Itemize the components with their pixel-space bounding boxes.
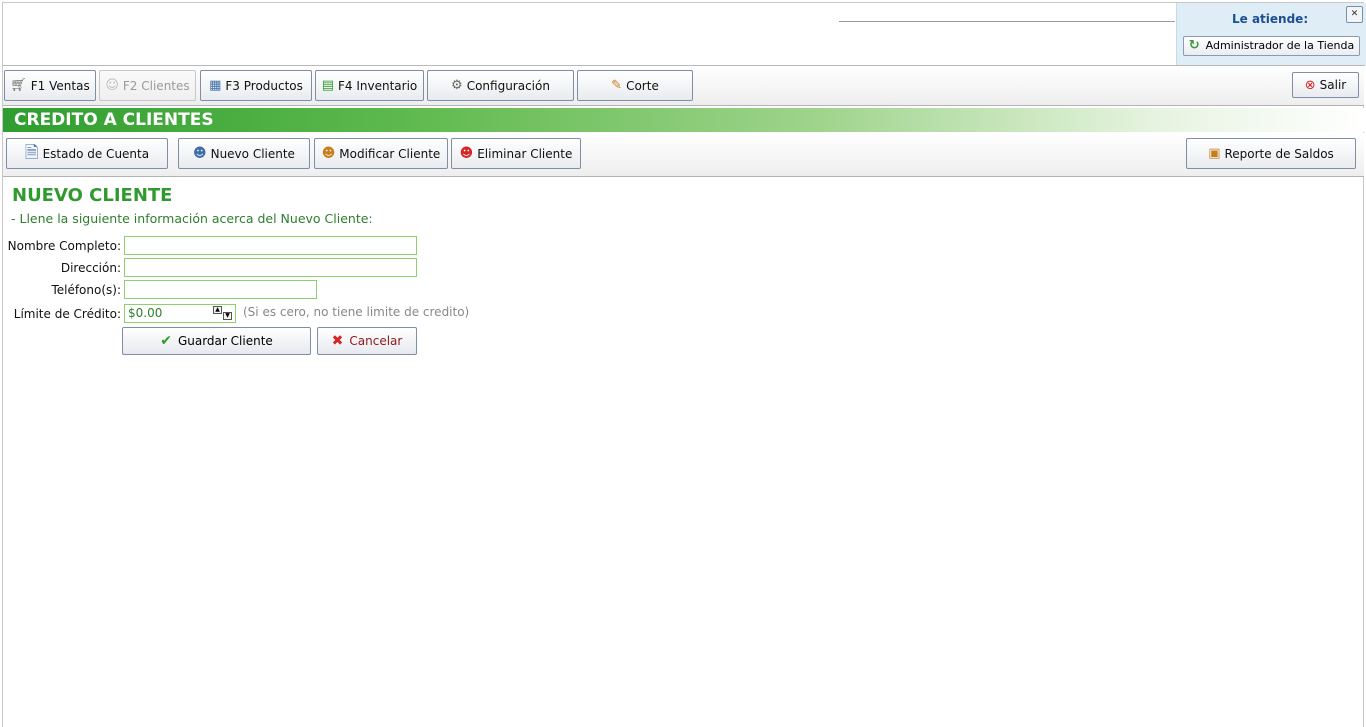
header-divider [839,21,1175,22]
address-input[interactable] [124,258,417,277]
phone-input[interactable] [124,280,317,299]
name-label: Nombre Completo: [7,239,121,253]
new-client-label: Nuevo Cliente [210,146,295,161]
cart-icon: 🛒︎ [10,78,27,93]
delete-client-label: Eliminar Cliente [477,146,573,161]
delete-client-button[interactable]: ☻ Eliminar Cliente [451,138,581,169]
menu-clientes-button[interactable]: ☺ F2 Clientes [99,70,196,101]
report-icon: ▣ [1208,146,1221,161]
document-icon: 🗎︎ [24,143,39,163]
credit-limit-label: Límite de Crédito: [13,307,121,321]
menu-corte-label: Corte [626,78,659,93]
attended-by-label: Le atiende: [1232,12,1309,26]
form-subtitle: - Llene la siguiente información acerca … [11,211,373,226]
edit-client-button[interactable]: ☻ Modificar Cliente [314,138,448,169]
menu-productos-label: F3 Productos [225,78,303,93]
cut-icon: ✎ [611,78,623,93]
close-icon: ✖ [331,332,344,349]
gear-icon: ⚙ [451,78,463,93]
section-title: CREDITO A CLIENTES [14,110,214,130]
clients-icon: ☺ [105,78,119,93]
credit-limit-hint: (Si es cero, no tiene limite de credito) [243,305,470,319]
menu-inventario-label: F4 Inventario [338,78,418,93]
credit-limit-value: $0.00 [128,306,163,320]
name-input[interactable] [124,236,417,255]
credit-action-bar: 🗎︎ Estado de Cuenta ☻ Nuevo Cliente ☻ Mo… [3,133,1364,177]
balance-report-button[interactable]: ▣ Reporte de Saldos [1186,138,1356,169]
new-client-button[interactable]: ☻ Nuevo Cliente [178,138,310,169]
cancel-label: Cancelar [349,334,403,348]
menu-clientes-label: F2 Clientes [122,78,190,93]
form-title: NUEVO CLIENTE [12,185,173,206]
menu-inventario-button[interactable]: ▤ F4 Inventario [315,70,424,101]
exit-icon: ⊗ [1304,77,1316,93]
cancel-button[interactable]: ✖ Cancelar [317,327,417,355]
refresh-icon: ↻ [1188,38,1200,53]
main-menu-bar: 🛒︎ F1 Ventas ☺ F2 Clientes ▦ F3 Producto… [3,66,1364,106]
exit-label: Salir [1319,78,1347,92]
menu-ventas-label: F1 Ventas [30,78,90,93]
header: Le atiende: ✕ ↻ Administrador de la Tiend… [3,3,1366,66]
current-user-button[interactable]: ↻ Administrador de la Tienda [1183,36,1360,56]
account-statement-button[interactable]: 🗎︎ Estado de Cuenta [6,138,168,169]
user-add-icon: ☻ [193,146,207,161]
menu-corte-button[interactable]: ✎ Corte [577,70,693,101]
check-icon: ✔ [160,332,172,349]
products-icon: ▦ [209,78,222,93]
menu-configuracion-button[interactable]: ⚙ Configuración [427,70,574,101]
address-label: Dirección: [60,261,121,275]
spin-down-icon[interactable]: ▼ [223,312,232,320]
exit-button[interactable]: ⊗ Salir [1292,72,1359,98]
credit-limit-input[interactable]: $0.00 ▲ ▼ [124,304,236,323]
inventory-icon: ▤ [321,78,335,93]
user-delete-icon: ☻ [459,146,474,161]
save-client-label: Guardar Cliente [177,334,273,348]
menu-productos-button[interactable]: ▦ F3 Productos [200,70,312,101]
user-panel: Le atiende: ✕ ↻ Administrador de la Tiend… [1176,3,1366,65]
collapse-icon[interactable]: ✕ [1346,6,1363,23]
balance-report-label: Reporte de Saldos [1224,146,1334,161]
current-user-label: Administrador de la Tienda [1205,39,1355,52]
edit-client-label: Modificar Cliente [339,146,441,161]
user-edit-icon: ☻ [321,146,336,161]
account-statement-label: Estado de Cuenta [42,146,150,161]
menu-ventas-button[interactable]: 🛒︎ F1 Ventas [4,70,96,101]
menu-configuracion-label: Configuración [466,78,550,93]
spin-up-icon[interactable]: ▲ [213,306,222,314]
phone-label: Teléfono(s): [51,283,121,297]
section-banner: CREDITO A CLIENTES [3,108,1364,132]
save-client-button[interactable]: ✔ Guardar Cliente [122,327,311,355]
